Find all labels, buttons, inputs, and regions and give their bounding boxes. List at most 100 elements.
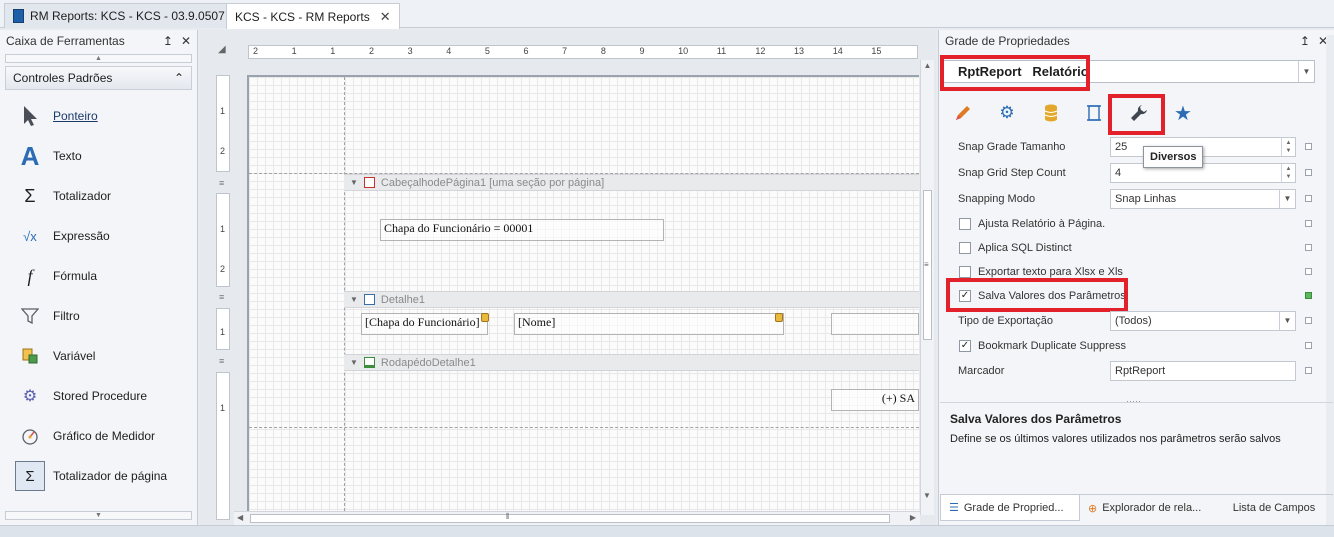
tool-totalizador-pagina[interactable]: Σ Totalizador de página	[0, 456, 197, 496]
pointer-icon	[18, 104, 42, 128]
pin-icon[interactable]: ↥	[163, 34, 173, 48]
tab-rm-reports[interactable]: RM Reports: KCS - KCS - 03.9.0507	[4, 3, 234, 28]
prop-aplica-sql-distinct[interactable]: Aplica SQL Distinct	[950, 235, 1298, 260]
scroll-down-icon[interactable]: ▼	[923, 491, 931, 500]
reset-indicator[interactable]	[1305, 195, 1312, 202]
tool-label: Fórmula	[53, 269, 98, 283]
ruler-label: 1	[220, 403, 226, 413]
spin-buttons[interactable]: ▲ ▼	[1281, 163, 1295, 182]
chevron-down-icon[interactable]: ▼	[1298, 61, 1314, 82]
reset-indicator[interactable]	[1305, 169, 1312, 176]
reset-indicator[interactable]	[1305, 342, 1312, 349]
sql-distinct-checkbox[interactable]	[959, 241, 971, 254]
tab-explorador-relatorio[interactable]: ⊕ Explorador de rela...	[1080, 495, 1215, 521]
bookmark-duplicate-checkbox[interactable]: ✓	[959, 339, 971, 352]
reset-indicator[interactable]	[1305, 220, 1312, 227]
close-tab-icon[interactable]: ✕	[380, 9, 391, 25]
reset-indicator[interactable]	[1305, 143, 1312, 150]
vertical-scrollbar[interactable]: ▲ ≡ ▼	[920, 60, 934, 515]
horizontal-scrollbar[interactable]: ◀ ⦀ ▶	[234, 511, 920, 525]
band-label: RodapédoDetalhe1	[380, 356, 476, 369]
scroll-right-icon[interactable]: ▶	[910, 513, 916, 522]
tool-label: Gráfico de Medidor	[53, 429, 156, 443]
report-file-icon	[13, 9, 24, 23]
report-field-header[interactable]: Chapa do Funcionário = 00001	[380, 219, 664, 241]
tab-kcs-rm-reports[interactable]: KCS - KCS - RM Reports ✕	[226, 3, 400, 29]
tool-texto[interactable]: A Texto	[0, 136, 197, 176]
collapse-triangle-icon[interactable]: ▼	[350, 178, 358, 187]
vertical-ruler-footer: 1	[216, 372, 230, 520]
ruler-label: 5	[484, 46, 490, 56]
report-field-clipped[interactable]	[831, 313, 919, 335]
scrollbar-thumb[interactable]	[250, 514, 890, 523]
tool-variavel[interactable]: Variável	[0, 336, 197, 376]
tipo-exportacao-select[interactable]: (Todos) ▼	[1110, 310, 1296, 331]
reset-indicator[interactable]	[1305, 317, 1312, 324]
edit-pencil-icon[interactable]	[950, 100, 976, 126]
prop-tipo-exportacao[interactable]: Tipo de Exportação (Todos) ▼	[950, 308, 1298, 333]
grip-icon: ⦀	[506, 512, 510, 521]
group-label: Controles Padrões	[13, 71, 113, 85]
toolbox-group-header[interactable]: Controles Padrões ⌃	[5, 66, 192, 90]
ruler-label: 1	[220, 106, 226, 116]
band-detail[interactable]: ▼ Detalhe1	[344, 291, 919, 308]
scroll-left-icon[interactable]: ◀	[237, 513, 243, 522]
reset-indicator[interactable]	[1305, 244, 1312, 251]
tool-ponteiro[interactable]: Ponteiro	[0, 96, 197, 136]
spin-buttons[interactable]: ▲ ▼	[1281, 137, 1295, 156]
favorites-star-icon[interactable]: ★	[1170, 100, 1196, 126]
tool-expressao[interactable]: √x Expressão	[0, 216, 197, 256]
tool-totalizador[interactable]: Σ Totalizador	[0, 176, 197, 216]
pin-icon[interactable]: ↥	[1300, 34, 1310, 48]
tool-formula[interactable]: f Fórmula	[0, 256, 197, 296]
ruler-label: 9	[639, 46, 645, 56]
sum-icon: Σ	[24, 185, 36, 206]
prop-snapping-modo[interactable]: Snapping Modo Snap Linhas ▼	[950, 186, 1298, 211]
band-separator	[249, 427, 919, 428]
smart-tag-icon[interactable]	[481, 313, 489, 322]
toolbox-scroll-up[interactable]: ▲	[5, 54, 192, 63]
prop-ajusta-relatorio[interactable]: Ajusta Relatório à Página.	[950, 211, 1298, 236]
report-field-footer[interactable]: (+) SA	[831, 389, 919, 411]
collapse-triangle-icon[interactable]: ▼	[350, 295, 358, 304]
ruler-label: 2	[220, 146, 226, 156]
prop-marcador[interactable]: Marcador RptReport	[950, 358, 1298, 383]
chevron-down-icon[interactable]: ▼	[1279, 189, 1295, 208]
marcador-field[interactable]: RptReport	[1110, 360, 1296, 381]
prop-snap-grid-step-count[interactable]: Snap Grid Step Count 4 ▲ ▼	[950, 160, 1298, 185]
formula-icon: f	[27, 265, 33, 286]
tab-lista-campos[interactable]: Lista de Campos	[1215, 495, 1333, 521]
band-page-header[interactable]: ▼ CabeçalhodePágina1 [uma seção por pági…	[344, 174, 919, 191]
prop-snap-grade-tamanho[interactable]: Snap Grade Tamanho 25 ▲ ▼	[950, 134, 1298, 159]
splitter-grip[interactable]: ≡	[219, 292, 224, 302]
tool-filtro[interactable]: Filtro	[0, 296, 197, 336]
splitter-grip[interactable]: ≡	[219, 356, 224, 366]
toolbox-scroll-down[interactable]: ▼	[5, 511, 192, 520]
close-icon[interactable]: ✕	[181, 34, 191, 48]
splitter-grip[interactable]: ≡	[219, 178, 224, 188]
reset-indicator[interactable]	[1305, 268, 1312, 275]
tool-grafico-medidor[interactable]: Gráfico de Medidor	[0, 416, 197, 456]
band-detail-footer[interactable]: ▼ RodapédoDetalhe1	[344, 354, 919, 371]
tab-grade-propriedades[interactable]: ☰ Grade de Propried...	[940, 495, 1080, 521]
scroll-up-icon[interactable]: ▲	[921, 61, 934, 70]
ajusta-relatorio-checkbox[interactable]	[959, 217, 971, 230]
snapping-mode-select[interactable]: Snap Linhas ▼	[1110, 188, 1296, 209]
report-field-nome[interactable]: [Nome]	[514, 313, 784, 335]
database-icon[interactable]	[1038, 100, 1064, 126]
reset-indicator[interactable]	[1305, 367, 1312, 374]
page-layout-icon[interactable]	[1081, 100, 1107, 126]
tool-stored-procedure[interactable]: ⚙ Stored Procedure	[0, 376, 197, 416]
prop-bookmark-duplicate[interactable]: ✓ Bookmark Duplicate Suppress	[950, 333, 1298, 358]
settings-gears-icon[interactable]: ⚙	[994, 100, 1020, 126]
report-field-chapa[interactable]: [Chapa do Funcionário]	[361, 313, 488, 335]
ruler-label: 7	[562, 46, 568, 56]
smart-tag-icon[interactable]	[775, 313, 783, 322]
modified-indicator[interactable]	[1305, 292, 1312, 299]
grip-icon: ≡	[924, 260, 929, 269]
collapse-triangle-icon[interactable]: ▼	[350, 358, 358, 367]
vertical-ruler-top: 12	[216, 75, 230, 172]
exportar-texto-checkbox[interactable]	[959, 265, 971, 278]
chevron-down-icon[interactable]: ▼	[1279, 311, 1295, 330]
horizontal-ruler: 2 1 1 2 3 4 5 6 7 8 9 10 11 12 13 14 15	[248, 45, 918, 59]
